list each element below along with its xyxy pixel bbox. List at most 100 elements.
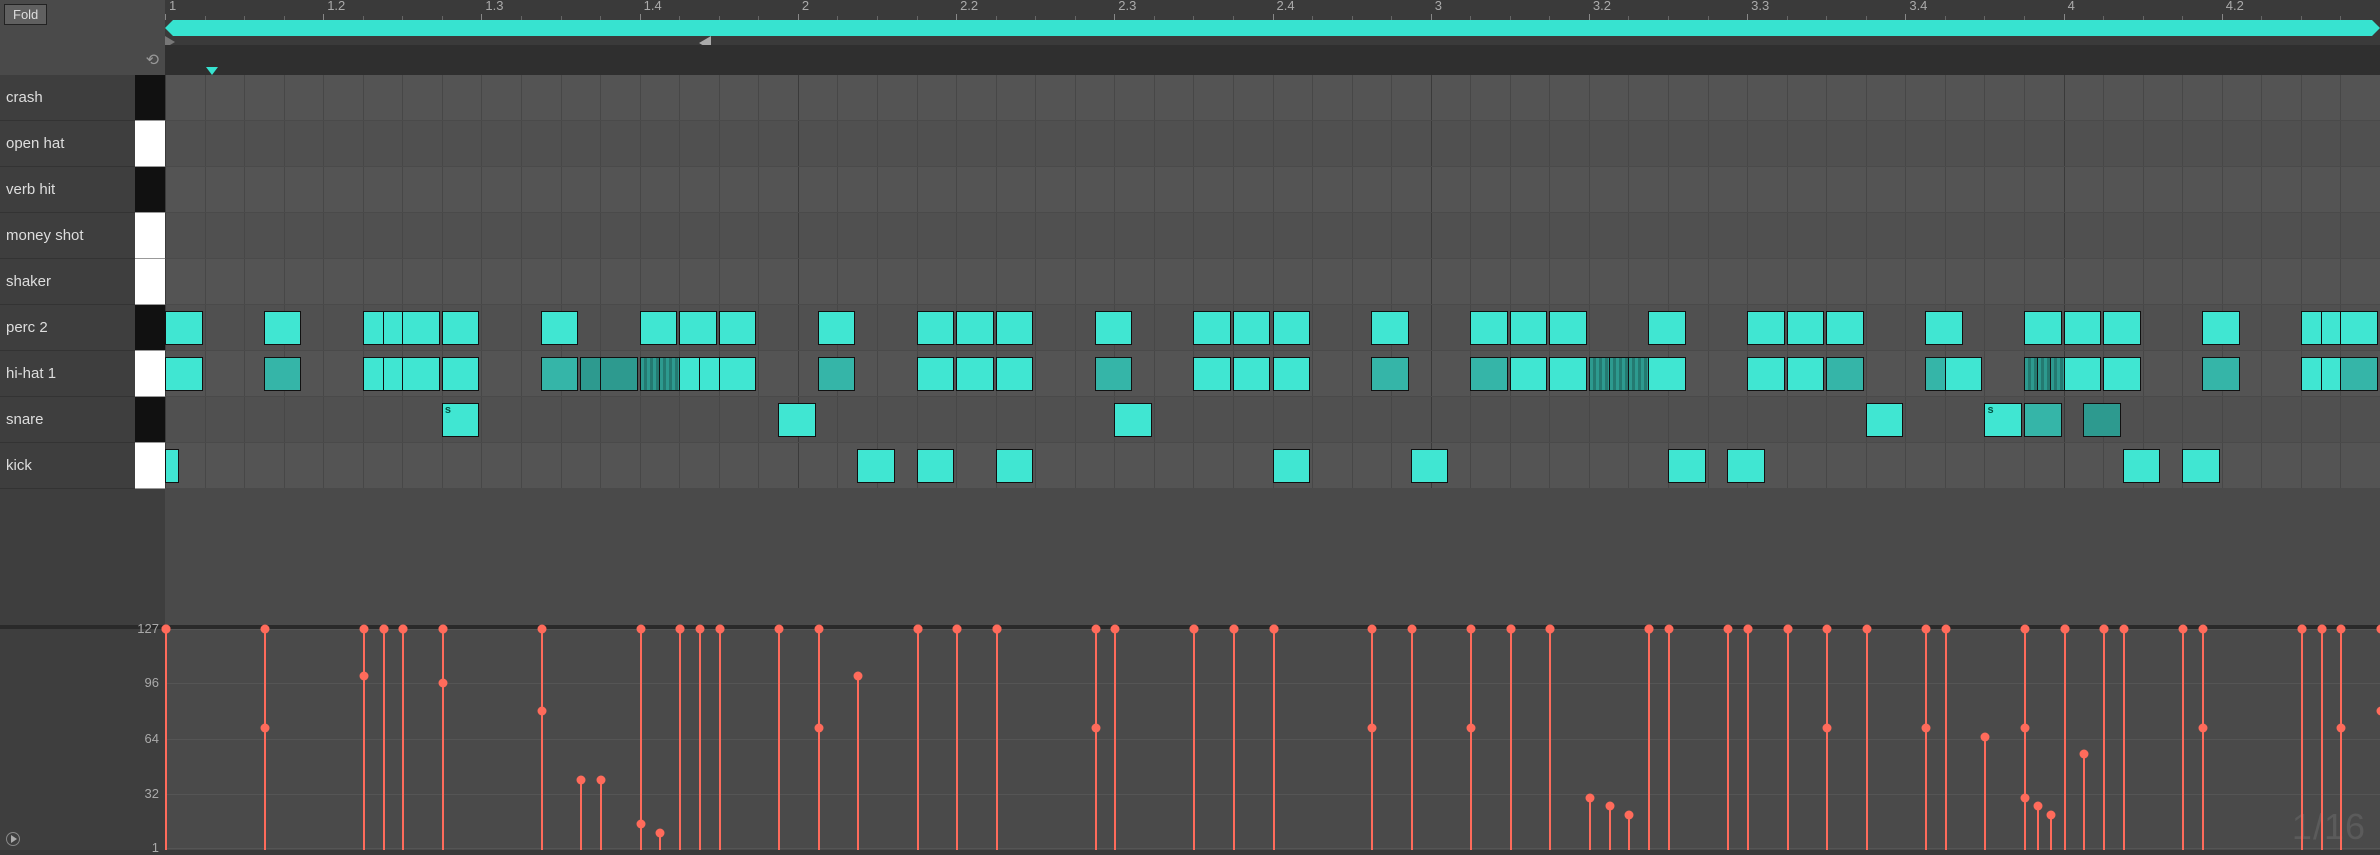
velocity-handle[interactable] [2021, 724, 2030, 733]
midi-note[interactable] [2064, 311, 2102, 345]
track-label[interactable]: kick [0, 443, 135, 489]
velocity-handle[interactable] [676, 625, 685, 634]
velocity-stem[interactable] [1945, 629, 1947, 850]
velocity-handle[interactable] [1467, 625, 1476, 634]
midi-note[interactable] [600, 357, 638, 391]
velocity-handle[interactable] [1665, 625, 1674, 634]
velocity-handle[interactable] [1645, 625, 1654, 634]
midi-note[interactable] [1273, 449, 1311, 483]
velocity-stem[interactable] [719, 629, 721, 850]
midi-note[interactable] [402, 357, 440, 391]
midi-note[interactable] [2202, 311, 2240, 345]
midi-note[interactable] [1787, 311, 1825, 345]
velocity-stem[interactable] [1411, 629, 1413, 850]
piano-key[interactable] [135, 121, 165, 167]
velocity-stem[interactable] [541, 711, 543, 850]
midi-note[interactable] [165, 357, 203, 391]
velocity-handle[interactable] [1823, 724, 1832, 733]
midi-note[interactable]: s [1984, 403, 2022, 437]
velocity-handle[interactable] [814, 724, 823, 733]
velocity-handle[interactable] [1368, 724, 1377, 733]
velocity-stem[interactable] [956, 629, 958, 850]
note-lane[interactable] [165, 443, 2380, 489]
velocity-stem[interactable] [1648, 629, 1650, 850]
midi-note[interactable] [1095, 311, 1133, 345]
midi-note[interactable] [1371, 357, 1409, 391]
midi-note[interactable] [818, 357, 856, 391]
velocity-handle[interactable] [1724, 625, 1733, 634]
velocity-stem[interactable] [1826, 728, 1828, 850]
piano-key[interactable] [135, 305, 165, 351]
timeline-ruler[interactable]: 11.21.31.422.22.32.433.23.33.444.24.3 [165, 0, 2380, 45]
midi-note[interactable] [679, 311, 717, 345]
velocity-stem[interactable] [264, 728, 266, 850]
midi-note[interactable] [165, 449, 179, 483]
velocity-handle[interactable] [814, 625, 823, 634]
midi-note[interactable] [2083, 403, 2121, 437]
velocity-stem[interactable] [2340, 728, 2342, 850]
note-lane[interactable] [165, 167, 2380, 213]
piano-key[interactable] [135, 167, 165, 213]
velocity-handle[interactable] [1111, 625, 1120, 634]
velocity-handle[interactable] [1368, 625, 1377, 634]
midi-note[interactable] [1826, 311, 1864, 345]
velocity-handle[interactable] [1467, 724, 1476, 733]
velocity-stem[interactable] [1747, 629, 1749, 850]
midi-note[interactable] [541, 357, 579, 391]
midi-note[interactable] [165, 311, 203, 345]
fold-button[interactable]: Fold [4, 4, 47, 25]
midi-note[interactable] [1470, 311, 1508, 345]
velocity-stem[interactable] [580, 780, 582, 850]
velocity-handle[interactable] [577, 776, 586, 785]
velocity-stem[interactable] [2037, 807, 2039, 851]
midi-note[interactable] [1826, 357, 1864, 391]
preview-headphones-icon[interactable]: ⟲ [146, 50, 159, 70]
velocity-stem[interactable] [1273, 629, 1275, 850]
velocity-handle[interactable] [636, 819, 645, 828]
velocity-handle[interactable] [2080, 750, 2089, 759]
velocity-handle[interactable] [1922, 724, 1931, 733]
midi-note[interactable] [1095, 357, 1133, 391]
velocity-stem[interactable] [699, 629, 701, 850]
velocity-handle[interactable] [597, 776, 606, 785]
velocity-handle[interactable] [162, 625, 171, 634]
velocity-handle[interactable] [992, 625, 1001, 634]
velocity-stem[interactable] [2182, 629, 2184, 850]
midi-note[interactable] [264, 311, 302, 345]
velocity-handle[interactable] [379, 625, 388, 634]
note-lane[interactable] [165, 305, 2380, 351]
velocity-stem[interactable] [2083, 754, 2085, 850]
midi-note[interactable] [2123, 449, 2161, 483]
midi-note[interactable] [402, 311, 440, 345]
velocity-stem[interactable] [1589, 798, 1591, 850]
track-label[interactable]: verb hit [0, 167, 135, 213]
track-label[interactable]: shaker [0, 259, 135, 305]
velocity-handle[interactable] [2337, 724, 2346, 733]
velocity-handle[interactable] [438, 678, 447, 687]
velocity-handle[interactable] [2047, 811, 2056, 820]
midi-note[interactable] [1273, 311, 1311, 345]
midi-note[interactable] [1273, 357, 1311, 391]
piano-key[interactable] [135, 213, 165, 259]
midi-note[interactable] [1510, 311, 1548, 345]
velocity-stem[interactable] [1628, 815, 1630, 850]
midi-note[interactable] [1866, 403, 1904, 437]
velocity-stem[interactable] [1925, 728, 1927, 850]
velocity-handle[interactable] [1744, 625, 1753, 634]
midi-note[interactable] [2024, 311, 2062, 345]
piano-key[interactable] [135, 75, 165, 121]
insert-marker-icon[interactable] [206, 67, 218, 75]
velocity-handle[interactable] [715, 625, 724, 634]
velocity-handle[interactable] [1941, 625, 1950, 634]
velocity-handle[interactable] [1091, 625, 1100, 634]
velocity-stem[interactable] [363, 629, 365, 850]
midi-note[interactable] [1193, 357, 1231, 391]
velocity-handle[interactable] [636, 625, 645, 634]
velocity-handle[interactable] [2179, 625, 2188, 634]
midi-note[interactable] [1470, 357, 1508, 391]
piano-key[interactable] [135, 397, 165, 443]
midi-note[interactable] [956, 311, 994, 345]
velocity-stem[interactable] [917, 629, 919, 850]
midi-note[interactable] [1371, 311, 1409, 345]
midi-note[interactable] [857, 449, 895, 483]
